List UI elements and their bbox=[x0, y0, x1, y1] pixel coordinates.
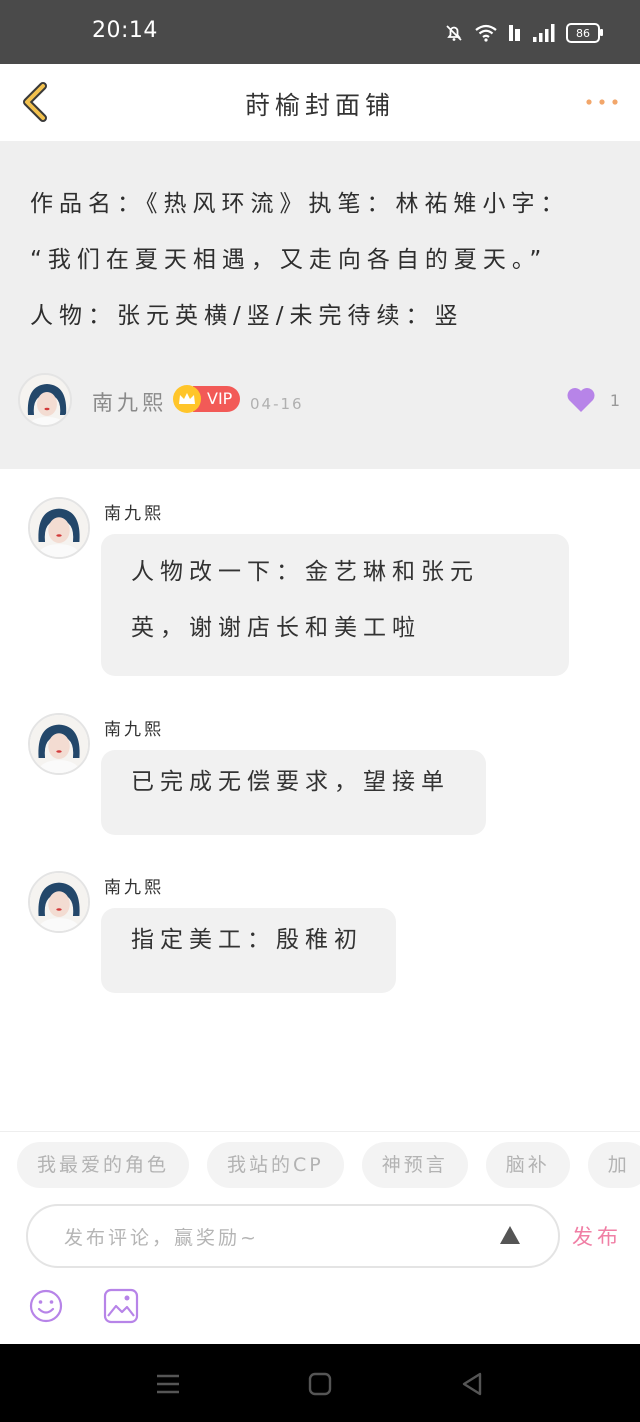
tag-chip[interactable]: 加 bbox=[587, 1142, 640, 1188]
comment-input[interactable]: 发布评论，赢奖励~ bbox=[26, 1204, 560, 1268]
home-icon[interactable] bbox=[306, 1370, 334, 1398]
comment-line: 指定美工：殷稚初 bbox=[131, 927, 363, 953]
more-icon[interactable] bbox=[584, 92, 620, 112]
cellular-signal-icon bbox=[533, 24, 555, 42]
avatar-image bbox=[30, 873, 88, 931]
tag-chip[interactable]: 神预言 bbox=[361, 1142, 468, 1188]
avatar-image bbox=[30, 499, 88, 557]
like-count: 1 bbox=[609, 390, 620, 410]
publish-button[interactable]: 发布 bbox=[572, 1221, 622, 1251]
comment-author: 南九熙 bbox=[104, 720, 164, 740]
post-date: 04-16 bbox=[250, 395, 304, 413]
crown-icon bbox=[173, 385, 201, 413]
status-icons: 86 bbox=[444, 22, 603, 44]
post-line: “我们在夏天相遇，又走向各自的夏天。” bbox=[30, 247, 548, 273]
avatar[interactable] bbox=[28, 497, 90, 559]
comment-bubble[interactable]: 已完成无偿要求，望接单 bbox=[101, 750, 486, 835]
post-line: 作品名：《热风环流》执笔：林祐雉小字： bbox=[30, 191, 570, 217]
system-navbar bbox=[0, 1344, 640, 1422]
wifi-icon bbox=[475, 24, 497, 42]
comment-bubble[interactable]: 指定美工：殷稚初 bbox=[101, 908, 396, 993]
comment-placeholder: 发布评论，赢奖励~ bbox=[64, 1227, 259, 1249]
original-post: 作品名：《热风环流》执笔：林祐雉小字： “我们在夏天相遇，又走向各自的夏天。” … bbox=[0, 141, 640, 469]
like-button[interactable]: 1 bbox=[566, 387, 620, 413]
comment-line: 英，谢谢店长和美工啦 bbox=[131, 615, 421, 641]
triangle-up-icon[interactable] bbox=[498, 1224, 522, 1246]
comment-line: 已完成无偿要求，望接单 bbox=[131, 769, 450, 795]
tag-chip[interactable]: 我站的CP bbox=[207, 1142, 344, 1188]
post-content: 作品名：《热风环流》执笔：林祐雉小字： “我们在夏天相遇，又走向各自的夏天。” … bbox=[30, 176, 610, 344]
menu-icon[interactable] bbox=[154, 1370, 182, 1398]
avatar[interactable] bbox=[28, 871, 90, 933]
heart-icon bbox=[567, 388, 595, 412]
back-triangle-icon[interactable] bbox=[458, 1370, 486, 1398]
tag-chip[interactable]: 我最爱的角色 bbox=[17, 1142, 190, 1188]
emoji-icon[interactable] bbox=[28, 1288, 64, 1324]
quick-tags: 我最爱的角色 我站的CP 神预言 脑补 加 bbox=[17, 1142, 640, 1188]
image-icon[interactable] bbox=[102, 1287, 140, 1325]
status-time: 20:14 bbox=[92, 18, 158, 43]
battery-icon: 86 bbox=[566, 23, 603, 43]
comment-bubble[interactable]: 人物改一下：金艺琳和张元 英，谢谢店长和美工啦 bbox=[101, 534, 569, 676]
post-line: 人物：张元英横/竖/未完待续：竖 bbox=[30, 303, 464, 329]
page-title: 莳榆封面铺 bbox=[244, 91, 395, 120]
comment-author: 南九熙 bbox=[104, 878, 164, 898]
comment-author: 南九熙 bbox=[104, 504, 164, 524]
avatar[interactable] bbox=[18, 373, 72, 427]
post-author: 南九熙 bbox=[92, 391, 167, 415]
battery-level: 86 bbox=[576, 26, 590, 40]
tag-chip[interactable]: 脑补 bbox=[485, 1142, 570, 1188]
avatar-image bbox=[20, 375, 70, 425]
avatar[interactable] bbox=[28, 713, 90, 775]
vip-badge: VIP bbox=[173, 385, 241, 413]
mute-bell-icon bbox=[446, 25, 462, 41]
comment-line: 人物改一下：金艺琳和张元 bbox=[131, 559, 479, 585]
status-bar: 20:14 86 bbox=[0, 0, 640, 64]
comment-composer: 我最爱的角色 我站的CP 神预言 脑补 加 发布评论，赢奖励~ 发布 bbox=[0, 1131, 640, 1345]
avatar-image bbox=[30, 715, 88, 773]
hd-signal-icon bbox=[509, 25, 520, 41]
top-navbar: 莳榆封面铺 bbox=[0, 64, 640, 142]
